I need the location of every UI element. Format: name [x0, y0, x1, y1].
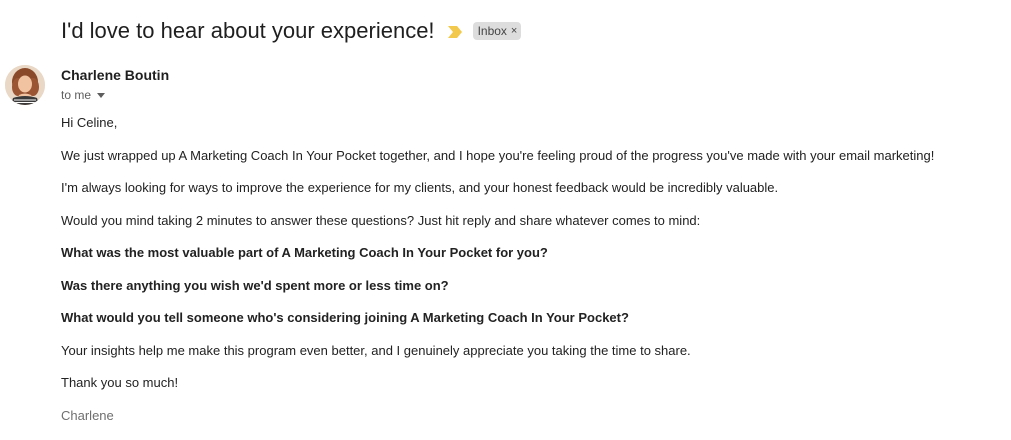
email-body: Hi Celine, We just wrapped up A Marketin…: [61, 114, 991, 439]
email-subject: I'd love to hear about your experience!: [61, 18, 435, 43]
importance-marker-icon[interactable]: [447, 25, 462, 38]
subject-row: I'd love to hear about your experience! …: [61, 16, 522, 46]
inbox-label-chip[interactable]: Inbox ×: [472, 22, 522, 40]
body-paragraph-3: Would you mind taking 2 minutes to answe…: [61, 212, 701, 228]
body-paragraph-2: I'm always looking for ways to improve t…: [61, 180, 779, 195]
question-1: What was the most valuable part of A Mar…: [61, 245, 548, 260]
closing: Thank you so much!: [61, 375, 179, 390]
question-3: What would you tell someone who's consid…: [61, 310, 629, 325]
greeting: Hi Celine,: [61, 115, 118, 130]
recipient-details[interactable]: to me: [61, 87, 106, 103]
email-view: I'd love to hear about your experience! …: [0, 0, 1011, 440]
remove-label-icon[interactable]: ×: [511, 22, 517, 40]
question-2: Was there anything you wish we'd spent m…: [61, 277, 449, 293]
label-text: Inbox: [477, 24, 507, 38]
body-paragraph-1: We just wrapped up A Marketing Coach In …: [61, 147, 935, 163]
signature: Charlene: [61, 407, 114, 423]
sender-avatar[interactable]: [5, 65, 45, 105]
recipient-text: to me: [61, 88, 92, 102]
chevron-down-icon[interactable]: [97, 92, 106, 98]
sender-name[interactable]: Charlene Boutin: [61, 66, 169, 84]
body-paragraph-4: Your insights help me make this program …: [61, 342, 691, 358]
